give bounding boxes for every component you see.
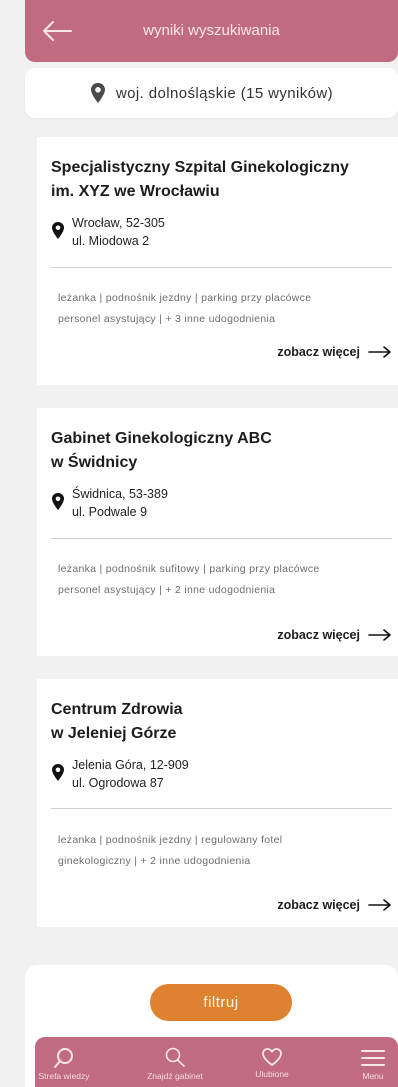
result-card[interactable]: Centrum Zdrowia w Jeleniej Górze Jelenia… [37,679,398,927]
nav-item-favorites[interactable]: Ulubione [244,1037,300,1087]
filter-button[interactable]: filtruj [150,984,292,1021]
result-title-line: Specjalistyczny Szpital Ginekologiczny [51,159,349,176]
address-street: ul. Ogrodowa 87 [72,776,164,790]
address-city: Jelenia Góra, 12-909 [72,758,189,772]
amenities-line: ginekologiczny | + 2 inne udogodnienia [58,855,251,867]
address-street: ul. Miodowa 2 [72,234,150,248]
region-label: woj. dolnośląskie (15 wyników) [115,84,334,102]
result-title-line: im. XYZ we Wrocławiu [51,183,220,200]
result-address: Jelenia Góra, 12-909 ul. Ogrodowa 87 [72,756,189,792]
see-more-label: zobacz więcej [277,898,360,912]
see-more-label: zobacz więcej [277,345,360,359]
divider [51,538,392,539]
divider [51,267,392,268]
result-title-line: Centrum Zdrowia [51,701,183,718]
nav-item-menu[interactable]: Menu [353,1037,393,1087]
result-amenities: leżanka | podnośnik jezdny | regulowany … [58,830,388,872]
location-pin-icon [52,222,64,239]
result-title-line: w Świdnicy [51,454,138,471]
arrow-right-icon [368,346,391,358]
divider [51,808,392,809]
arrow-right-icon [368,899,391,911]
result-title-line: Gabinet Ginekologiczny ABC [51,430,272,447]
result-amenities: leżanka | podnośnik sufitowy | parking p… [58,559,388,601]
see-more-link[interactable]: zobacz więcej [277,628,392,642]
region-filter-summary[interactable]: woj. dolnośląskie (15 wyników) [25,68,398,118]
nav-label: Menu [362,1071,384,1081]
see-more-label: zobacz więcej [277,628,360,642]
result-title: Centrum Zdrowia w Jeleniej Górze [51,698,371,746]
see-more-link[interactable]: zobacz więcej [277,898,392,912]
result-card[interactable]: Specjalistyczny Szpital Ginekologiczny i… [37,137,398,385]
nav-label: Znajdź gabinet [147,1071,203,1081]
amenities-line: leżanka | podnośnik jezdny | parking prz… [58,292,312,304]
result-address: Wrocław, 52-305 ul. Miodowa 2 [72,214,165,250]
map-pin-icon [90,83,105,103]
amenities-line: leżanka | podnośnik sufitowy | parking p… [58,563,320,575]
result-title: Specjalistyczny Szpital Ginekologiczny i… [51,156,371,204]
result-title-line: w Jeleniej Górze [51,725,177,742]
amenities-line: personel asystujący | + 3 inne udogodnie… [58,313,276,325]
result-title: Gabinet Ginekologiczny ABC w Świdnicy [51,427,371,475]
heart-icon [262,1048,282,1066]
location-pin-icon [52,764,64,781]
knowledge-search-icon [54,1048,73,1068]
arrow-right-icon [368,629,391,641]
address-city: Wrocław, 52-305 [72,216,165,230]
page-title: wyniki wyszukiwania [143,22,280,39]
hamburger-menu-icon [361,1050,385,1066]
result-address: Świdnica, 53-389 ul. Podwale 9 [72,485,168,521]
address-street: ul. Podwale 9 [72,505,148,519]
see-more-link[interactable]: zobacz więcej [277,345,392,359]
search-icon [165,1047,185,1067]
top-app-bar: wyniki wyszukiwania [25,0,398,62]
amenities-line: leżanka | podnośnik jezdny | regulowany … [58,834,283,846]
location-pin-icon [52,493,64,510]
nav-label: Ulubione [255,1069,289,1079]
address-city: Świdnica, 53-389 [72,487,168,501]
nav-item-knowledge[interactable]: Strefa wiedzy [30,1037,98,1087]
nav-label: Strefa wiedzy [38,1071,90,1081]
amenities-line: personel asystujący | + 2 inne udogodnie… [58,584,276,596]
result-card[interactable]: Gabinet Ginekologiczny ABC w Świdnicy Św… [37,408,398,656]
bottom-navigation: Strefa wiedzy Znajdź gabinet Ulubione Me… [35,1037,398,1087]
nav-item-find-office[interactable]: Znajdź gabinet [135,1037,215,1087]
result-amenities: leżanka | podnośnik jezdny | parking prz… [58,288,388,330]
